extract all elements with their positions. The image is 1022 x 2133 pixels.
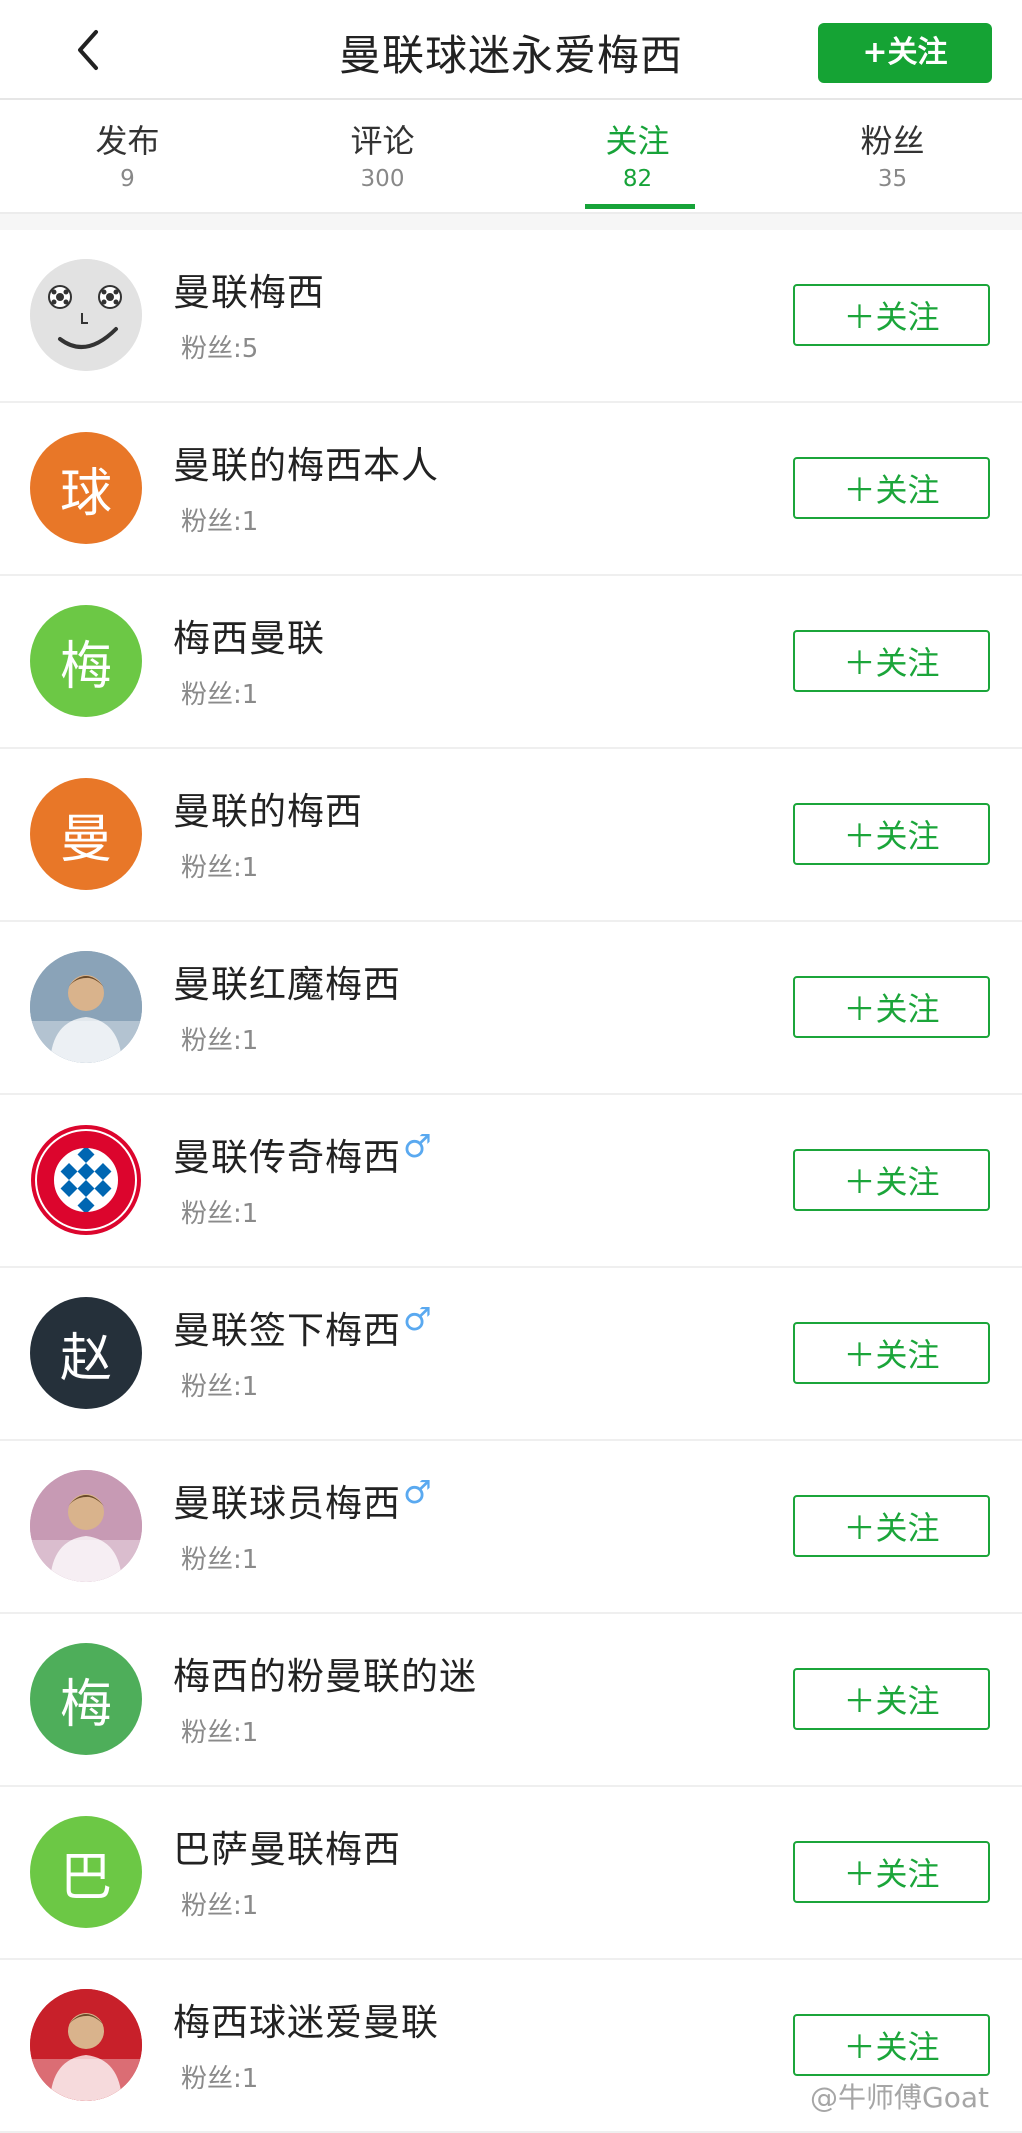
top-bar: 曼联球迷永爱梅西 +关注 [0, 0, 1022, 100]
fans-count: 粉丝:1 [181, 1891, 259, 1921]
follow-button[interactable]: ＋关注 [793, 284, 990, 346]
list-item[interactable]: 梅 梅西的粉曼联的迷粉丝:1 ＋关注 [0, 1614, 1022, 1787]
tab-bar: 发布 9 评论 300 关注 82 粉丝 35 [0, 100, 1022, 212]
follow-button[interactable]: ＋关注 [793, 457, 990, 519]
follow-button[interactable]: ＋关注 [793, 1149, 990, 1211]
user-name-text: 曼联签下梅西 [173, 1309, 401, 1352]
user-name-text: 梅西曼联 [173, 617, 325, 660]
user-name[interactable]: 曼联传奇梅西♂ [173, 1127, 433, 1181]
tab-count: 35 [877, 166, 908, 192]
male-icon: ♂ [403, 1300, 433, 1338]
user-name[interactable]: 曼联梅西 [173, 262, 325, 316]
tab-comments[interactable]: 评论 300 [255, 100, 510, 212]
follow-button[interactable]: +关注 [818, 23, 992, 83]
user-name[interactable]: 曼联的梅西本人 [173, 435, 439, 489]
user-name[interactable]: 曼联红魔梅西 [173, 954, 401, 1008]
avatar-initial: 巴 [59, 1847, 112, 1908]
user-name[interactable]: 梅西球迷爱曼联 [173, 1992, 439, 2046]
avatar[interactable]: 球 [30, 432, 142, 544]
list-item[interactable]: 曼联红魔梅西粉丝:1 ＋关注 [0, 922, 1022, 1095]
tab-posts[interactable]: 发布 9 [0, 100, 255, 212]
user-name[interactable]: 曼联球员梅西♂ [173, 1473, 433, 1527]
user-name[interactable]: 巴萨曼联梅西 [173, 1819, 401, 1873]
tab-label: 评论 [350, 122, 415, 160]
following-list: 曼联梅西 粉丝:5 ＋关注球曼联的梅西本人 粉丝:1 ＋关注梅梅西曼联 粉丝:1 ＋关注曼曼… [0, 230, 1022, 2133]
tab-count: 9 [120, 166, 135, 192]
fans-count: 粉丝:5 [181, 334, 259, 364]
avatar-initial: 球 [59, 463, 112, 524]
fans-count: 粉丝:1 [181, 1545, 259, 1575]
fans-count: 粉丝:1 [181, 1372, 259, 1402]
avatar[interactable]: 梅 [30, 1643, 142, 1755]
fans-count: 粉丝:1 [181, 853, 259, 883]
tab-count: 82 [622, 166, 653, 192]
user-name-text: 曼联的梅西本人 [173, 444, 439, 487]
list-item[interactable]: 曼联球员梅西♂ 粉丝:1 ＋关注 [0, 1441, 1022, 1614]
list-item[interactable]: 梅 梅西曼联粉丝:1 ＋关注 [0, 576, 1022, 749]
list-item[interactable]: 球 曼联的梅西本人粉丝:1 ＋关注 [0, 403, 1022, 576]
list-item[interactable]: 曼 曼联的梅西粉丝:1 ＋关注 [0, 749, 1022, 922]
user-name-text: 曼联红魔梅西 [173, 963, 401, 1006]
avatar-initial: 梅 [59, 1674, 112, 1735]
player-photo-icon[interactable] [30, 951, 142, 1063]
user-name[interactable]: 曼联的梅西 [173, 781, 363, 835]
bayern-logo-icon[interactable] [30, 1124, 142, 1236]
tab-label: 发布 [95, 122, 160, 160]
user-name-text: 曼联的梅西 [173, 790, 363, 833]
male-icon: ♂ [403, 1473, 433, 1511]
list-item[interactable]: 曼联梅西粉丝:5 ＋关注 [0, 230, 1022, 403]
male-icon: ♂ [403, 1127, 433, 1165]
fans-count: 粉丝:1 [181, 1026, 259, 1056]
fans-count: 粉丝:1 [181, 1199, 259, 1229]
tab-following[interactable]: 关注 82 [510, 100, 765, 212]
follow-button[interactable]: ＋关注 [793, 803, 990, 865]
follow-button[interactable]: ＋关注 [793, 976, 990, 1038]
user-name[interactable]: 梅西的粉曼联的迷 [173, 1646, 477, 1700]
active-tab-indicator [585, 204, 695, 209]
user-name-text: 梅西球迷爱曼联 [173, 2001, 439, 2044]
follow-button[interactable]: ＋关注 [793, 630, 990, 692]
user-name-text: 梅西的粉曼联的迷 [173, 1655, 477, 1698]
avatar-initial: 赵 [59, 1328, 112, 1389]
tab-label: 粉丝 [860, 122, 925, 160]
fans-count: 粉丝:1 [181, 507, 259, 537]
list-item[interactable]: 赵 曼联签下梅西♂ 粉丝:1 ＋关注 [0, 1268, 1022, 1441]
follow-button[interactable]: ＋关注 [793, 1495, 990, 1557]
player-photo-icon[interactable] [30, 1989, 142, 2101]
follow-button[interactable]: ＋关注 [793, 1668, 990, 1730]
avatar-initial: 梅 [59, 636, 112, 697]
fans-count: 粉丝:1 [181, 1718, 259, 1748]
fans-count: 粉丝:1 [181, 680, 259, 710]
user-name[interactable]: 曼联签下梅西♂ [173, 1300, 433, 1354]
tab-label: 关注 [605, 122, 670, 160]
player-photo-icon[interactable] [30, 1470, 142, 1582]
divider [0, 214, 1022, 230]
follow-button[interactable]: ＋关注 [793, 1322, 990, 1384]
tab-count: 300 [360, 166, 405, 192]
smiley-face-icon[interactable] [30, 259, 142, 371]
user-name[interactable]: 梅西曼联 [173, 608, 325, 662]
avatar[interactable]: 赵 [30, 1297, 142, 1409]
follow-button[interactable]: ＋关注 [793, 2014, 990, 2076]
follow-button[interactable]: ＋关注 [793, 1841, 990, 1903]
avatar[interactable]: 巴 [30, 1816, 142, 1928]
avatar[interactable]: 梅 [30, 605, 142, 717]
list-item[interactable]: 巴 巴萨曼联梅西粉丝:1 ＋关注 [0, 1787, 1022, 1960]
user-name-text: 曼联球员梅西 [173, 1482, 401, 1525]
list-item[interactable]: 曼联传奇梅西♂ 粉丝:1 ＋关注 [0, 1095, 1022, 1268]
tab-fans[interactable]: 粉丝 35 [765, 100, 1020, 212]
avatar-initial: 曼 [59, 809, 112, 870]
watermark: @牛师傅Goat [810, 2081, 989, 2114]
avatar[interactable]: 曼 [30, 778, 142, 890]
user-name-text: 曼联梅西 [173, 271, 325, 314]
user-name-text: 曼联传奇梅西 [173, 1136, 401, 1179]
user-name-text: 巴萨曼联梅西 [173, 1828, 401, 1871]
fans-count: 粉丝:1 [181, 2064, 259, 2094]
